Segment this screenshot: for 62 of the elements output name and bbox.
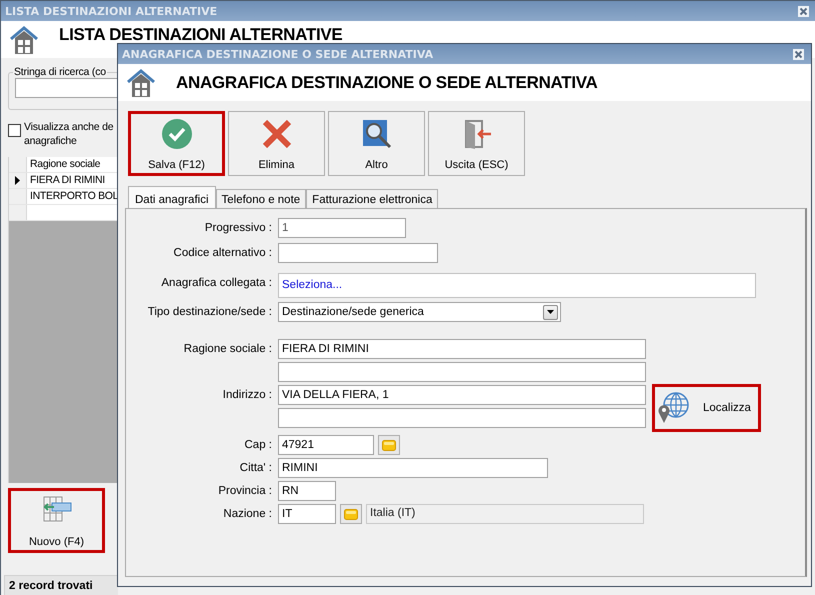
tab[interactable]: Dati anagrafici: [128, 186, 216, 208]
checkbox-label: Visualizza anche de anagrafiche: [24, 120, 114, 148]
dropdown-arrow-icon: [547, 310, 554, 314]
input-field[interactable]: [278, 362, 646, 382]
field-label: Provincia :: [217, 484, 273, 499]
row-pointer-icon: [15, 176, 20, 185]
browse-button[interactable]: [378, 435, 400, 455]
tab[interactable]: Fatturazione elettronica: [306, 189, 438, 208]
close-button[interactable]: [793, 48, 804, 60]
new-button[interactable]: Nuovo (F4): [8, 488, 105, 553]
status-bar: 2 record trovati: [4, 575, 118, 595]
input-field[interactable]: IT: [278, 504, 336, 524]
field-label: Citta' :: [238, 461, 273, 476]
window-title: ANAGRAFICA DESTINAZIONE O SEDE ALTERNATIVA: [122, 48, 434, 60]
window-title: LISTA DESTINAZIONI ALTERNATIVE: [5, 4, 218, 18]
tab[interactable]: Telefono e note: [216, 189, 306, 208]
toolbar-button[interactable]: Altro: [328, 111, 425, 176]
magnifier-icon: [362, 119, 392, 149]
table-cell-text: FIERA DI RIMINI: [29, 173, 105, 188]
link-field[interactable]: Seleziona...: [278, 273, 756, 298]
toolbar-button[interactable]: Elimina: [228, 111, 325, 176]
field-label: Anagrafica collegata :: [160, 276, 273, 291]
house-icon: [9, 25, 39, 55]
checkbox[interactable]: [8, 124, 21, 137]
corner-cell[interactable]: [9, 157, 27, 172]
input-field[interactable]: [278, 408, 646, 428]
field-label: Codice alternativo :: [172, 246, 273, 261]
toolbar-button[interactable]: Uscita (ESC): [428, 111, 525, 176]
display-field: Italia (IT): [366, 504, 644, 524]
dropdown-field[interactable]: Destinazione/sede generica: [278, 302, 561, 322]
field-label: Progressivo :: [204, 221, 273, 236]
row-selector[interactable]: [9, 173, 27, 188]
dialog-heading: ANAGRAFICA DESTINAZIONE O SEDE ALTERNATIVA: [176, 72, 598, 92]
input-field[interactable]: [278, 243, 438, 263]
field-label: Tipo destinazione/sede :: [146, 305, 273, 320]
close-icon: [793, 48, 804, 60]
locate-button[interactable]: Localizza: [652, 384, 761, 432]
input-field[interactable]: RIMINI: [278, 458, 548, 478]
page-heading: LISTA DESTINAZIONI ALTERNATIVE: [59, 25, 342, 44]
input-field[interactable]: 47921: [278, 435, 374, 455]
table-arrow-icon: [42, 496, 72, 522]
toolbar-button[interactable]: Salva (F12): [128, 111, 225, 176]
globe-pin-icon: [657, 392, 689, 424]
input-field[interactable]: FIERA DI RIMINI: [278, 339, 646, 359]
field-label: Ragione sociale :: [182, 342, 273, 357]
input-field[interactable]: VIA DELLA FIERA, 1: [278, 385, 646, 405]
checkmark-icon: [162, 119, 192, 149]
field-label: Indirizzo :: [222, 388, 273, 403]
input-field[interactable]: 1: [278, 218, 406, 238]
folder-icon: [344, 508, 358, 520]
house-icon: [126, 68, 156, 98]
folder-icon: [382, 440, 396, 450]
browse-button[interactable]: [340, 504, 362, 524]
cross-icon: [262, 119, 292, 149]
input-field[interactable]: RN: [278, 481, 336, 501]
field-label: Nazione :: [222, 507, 273, 522]
close-icon: [798, 6, 809, 16]
table-cell-text: INTERPORTO BOL: [29, 189, 118, 204]
field-label: Cap :: [244, 438, 273, 453]
search-label: Stringa di ricerca (co: [13, 66, 107, 78]
close-button[interactable]: [798, 6, 809, 16]
search-field[interactable]: [15, 78, 117, 98]
